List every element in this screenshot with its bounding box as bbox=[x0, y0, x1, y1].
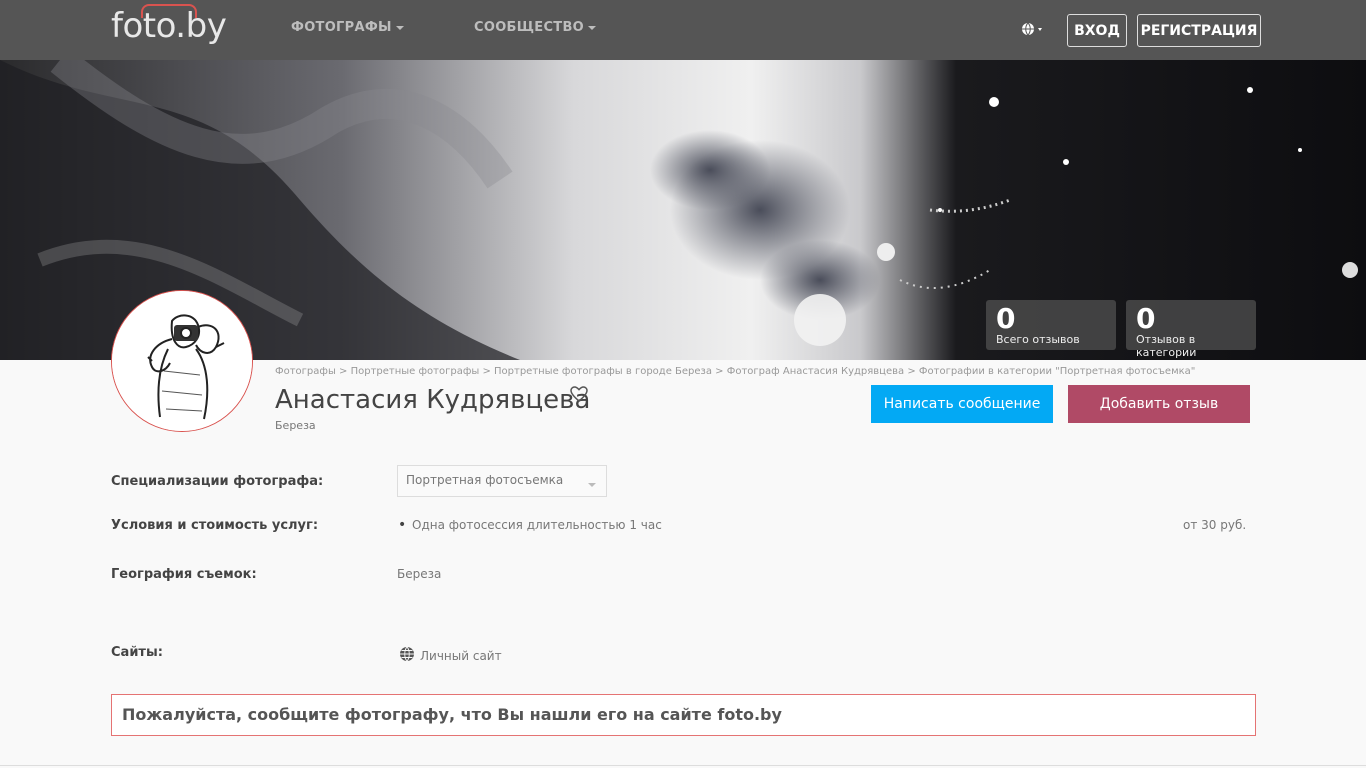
heart-icon bbox=[570, 386, 588, 402]
logo-roof-icon bbox=[141, 4, 197, 18]
category-reviews-stat: 0 Отзывов в категории bbox=[1126, 300, 1256, 359]
divider bbox=[0, 765, 1366, 766]
specialization-select[interactable]: Портретная фотосъемка bbox=[397, 465, 607, 497]
photographer-city: Береза bbox=[275, 419, 316, 432]
favorite-button[interactable] bbox=[570, 386, 588, 402]
globe-icon bbox=[1022, 22, 1042, 36]
geography-label: География съемок: bbox=[111, 567, 257, 582]
top-navbar: foto.by ФОТОГРАФЫ СООБЩЕСТВО ВХОД РЕГИСТ… bbox=[0, 0, 1366, 60]
notice-box: Пожалуйста, сообщите фотографу, что Вы н… bbox=[111, 694, 1256, 736]
sites-label: Сайты: bbox=[111, 645, 163, 660]
service-description: Одна фотосессия длительностью 1 час bbox=[412, 518, 662, 532]
chevron-down-icon bbox=[588, 483, 596, 487]
conditions-label: Условия и стоимость услуг: bbox=[111, 518, 319, 533]
write-message-button[interactable]: Написать сообщение bbox=[871, 385, 1053, 423]
geography-value: Береза bbox=[397, 567, 442, 581]
globe-icon bbox=[399, 646, 415, 662]
nav-photographers-label: ФОТОГРАФЫ bbox=[291, 20, 392, 35]
login-button[interactable]: ВХОД bbox=[1067, 14, 1127, 47]
nav-community-label: СООБЩЕСТВО bbox=[474, 20, 585, 35]
specializations-label: Специализации фотографа: bbox=[111, 474, 324, 489]
breadcrumb[interactable]: Фотографы > Портретные фотографы > Портр… bbox=[275, 366, 1195, 377]
total-reviews-count: 0 bbox=[996, 302, 1016, 335]
total-reviews-stat: 0 Всего отзывов bbox=[986, 300, 1116, 350]
register-button[interactable]: РЕГИСТРАЦИЯ bbox=[1137, 14, 1261, 47]
category-reviews-label: Отзывов в категории bbox=[1136, 333, 1197, 359]
personal-site-link[interactable]: Личный сайт bbox=[420, 649, 502, 663]
language-selector[interactable] bbox=[1021, 20, 1049, 40]
chevron-down-icon bbox=[588, 25, 597, 30]
total-reviews-label: Всего отзывов bbox=[996, 333, 1080, 346]
specialization-selected-value: Портретная фотосъемка bbox=[406, 473, 564, 487]
chevron-down-icon bbox=[395, 25, 404, 30]
photographer-sketch-icon bbox=[112, 291, 252, 431]
bullet-icon: • bbox=[398, 517, 407, 533]
site-logo[interactable]: foto.by bbox=[111, 4, 227, 46]
nav-photographers[interactable]: ФОТОГРАФЫ bbox=[291, 20, 404, 35]
avatar[interactable] bbox=[111, 290, 253, 432]
nav-community[interactable]: СООБЩЕСТВО bbox=[474, 20, 597, 35]
service-price: от 30 руб. bbox=[1183, 518, 1247, 532]
add-review-button[interactable]: Добавить отзыв bbox=[1068, 385, 1250, 423]
category-reviews-count: 0 bbox=[1136, 302, 1156, 335]
photographer-name: Анастасия Кудрявцева bbox=[275, 385, 591, 415]
